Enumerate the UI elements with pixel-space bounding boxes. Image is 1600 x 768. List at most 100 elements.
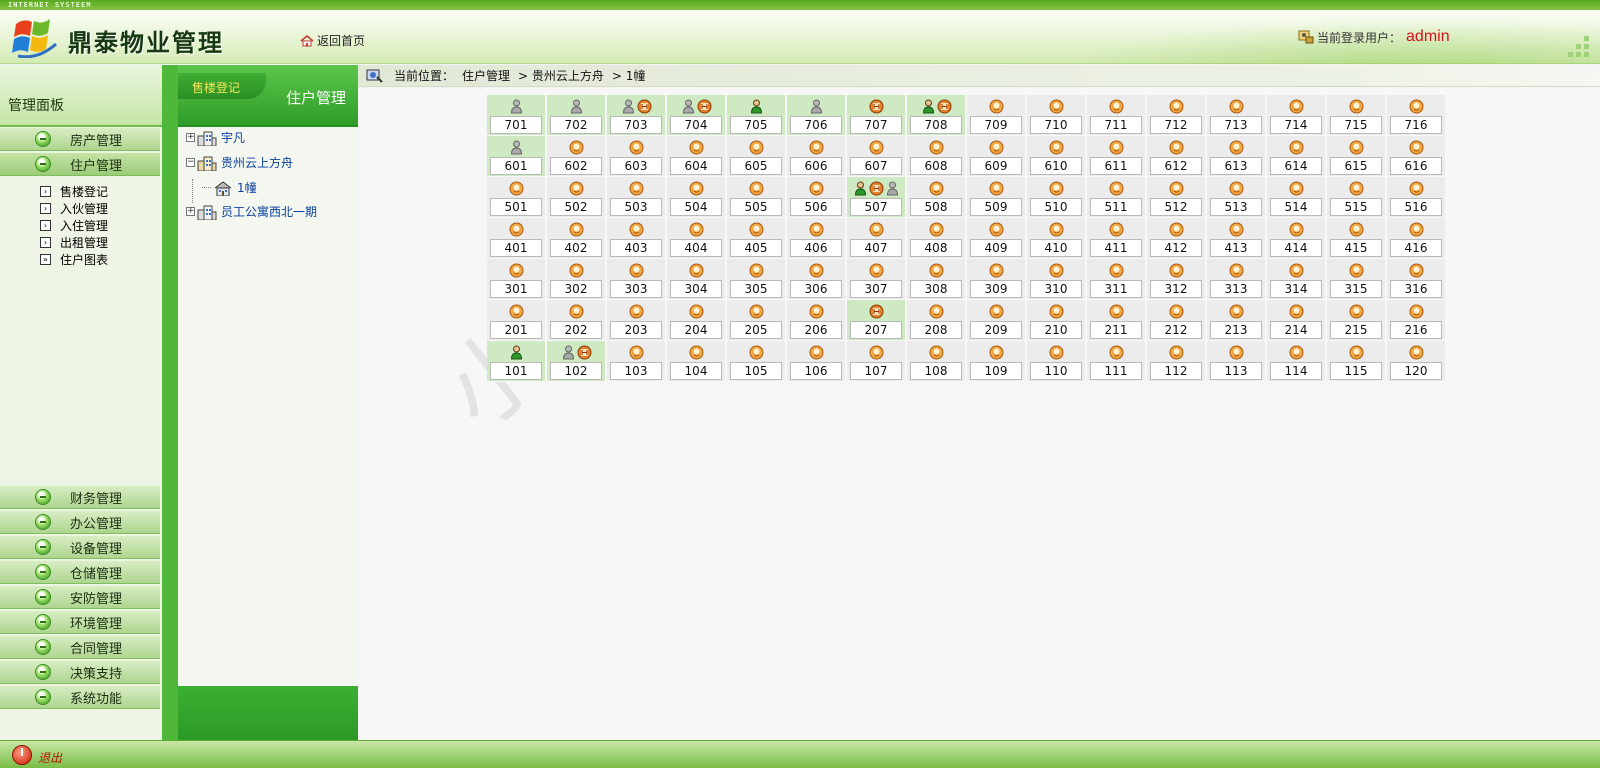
- room-cell[interactable]: 602: [547, 136, 607, 177]
- room-cell[interactable]: 201: [487, 300, 547, 341]
- room-cell[interactable]: 613: [1207, 136, 1267, 177]
- expand-icon[interactable]: +: [186, 207, 195, 216]
- room-cell[interactable]: 113: [1207, 341, 1267, 382]
- room-cell[interactable]: 413: [1207, 218, 1267, 259]
- room-cell[interactable]: 208: [907, 300, 967, 341]
- room-cell[interactable]: 203: [607, 300, 667, 341]
- room-cell[interactable]: 408: [907, 218, 967, 259]
- room-cell[interactable]: 404: [667, 218, 727, 259]
- room-cell[interactable]: 610: [1027, 136, 1087, 177]
- room-cell[interactable]: 616: [1387, 136, 1447, 177]
- room-cell[interactable]: 406: [787, 218, 847, 259]
- room-cell[interactable]: 507: [847, 177, 907, 218]
- room-cell[interactable]: 605: [727, 136, 787, 177]
- room-cell[interactable]: 712: [1147, 95, 1207, 136]
- room-cell[interactable]: 112: [1147, 341, 1207, 382]
- menu-resident[interactable]: 住户管理: [0, 152, 160, 176]
- room-cell[interactable]: 706: [787, 95, 847, 136]
- room-cell[interactable]: 513: [1207, 177, 1267, 218]
- tree-node-guizhou[interactable]: − 贵州云上方舟: [186, 154, 293, 171]
- room-cell[interactable]: 110: [1027, 341, 1087, 382]
- room-cell[interactable]: 502: [547, 177, 607, 218]
- room-cell[interactable]: 510: [1027, 177, 1087, 218]
- room-cell[interactable]: 303: [607, 259, 667, 300]
- room-cell[interactable]: 103: [607, 341, 667, 382]
- room-cell[interactable]: 713: [1207, 95, 1267, 136]
- room-cell[interactable]: 405: [727, 218, 787, 259]
- room-cell[interactable]: 306: [787, 259, 847, 300]
- room-cell[interactable]: 311: [1087, 259, 1147, 300]
- room-cell[interactable]: 601: [487, 136, 547, 177]
- room-cell[interactable]: 614: [1267, 136, 1327, 177]
- room-cell[interactable]: 211: [1087, 300, 1147, 341]
- room-cell[interactable]: 216: [1387, 300, 1447, 341]
- tree-node-yufan[interactable]: + 宇凡: [186, 129, 245, 146]
- room-cell[interactable]: 714: [1267, 95, 1327, 136]
- room-cell[interactable]: 313: [1207, 259, 1267, 300]
- room-cell[interactable]: 308: [907, 259, 967, 300]
- room-cell[interactable]: 609: [967, 136, 1027, 177]
- room-cell[interactable]: 120: [1387, 341, 1447, 382]
- room-cell[interactable]: 109: [967, 341, 1027, 382]
- room-cell[interactable]: 703: [607, 95, 667, 136]
- room-cell[interactable]: 701: [487, 95, 547, 136]
- room-cell[interactable]: 603: [607, 136, 667, 177]
- submenu-item-residence[interactable]: › 入住管理: [40, 217, 108, 234]
- room-cell[interactable]: 716: [1387, 95, 1447, 136]
- room-cell[interactable]: 608: [907, 136, 967, 177]
- room-cell[interactable]: 104: [667, 341, 727, 382]
- room-cell[interactable]: 410: [1027, 218, 1087, 259]
- room-cell[interactable]: 516: [1387, 177, 1447, 218]
- room-cell[interactable]: 102: [547, 341, 607, 382]
- room-cell[interactable]: 202: [547, 300, 607, 341]
- room-cell[interactable]: 114: [1267, 341, 1327, 382]
- room-cell[interactable]: 207: [847, 300, 907, 341]
- room-cell[interactable]: 407: [847, 218, 907, 259]
- room-cell[interactable]: 204: [667, 300, 727, 341]
- room-cell[interactable]: 506: [787, 177, 847, 218]
- room-cell[interactable]: 215: [1327, 300, 1387, 341]
- room-cell[interactable]: 607: [847, 136, 907, 177]
- submenu-item-rental[interactable]: › 出租管理: [40, 234, 108, 251]
- room-cell[interactable]: 707: [847, 95, 907, 136]
- room-cell[interactable]: 214: [1267, 300, 1327, 341]
- room-cell[interactable]: 301: [487, 259, 547, 300]
- breadcrumb-item[interactable]: > 贵州云上方舟: [518, 67, 604, 84]
- room-cell[interactable]: 316: [1387, 259, 1447, 300]
- room-cell[interactable]: 710: [1027, 95, 1087, 136]
- room-cell[interactable]: 307: [847, 259, 907, 300]
- menu-decision[interactable]: 决策支持: [0, 660, 160, 684]
- tab-sales-registration[interactable]: 售楼登记: [178, 73, 266, 99]
- menu-equipment[interactable]: 设备管理: [0, 535, 160, 559]
- room-cell[interactable]: 105: [727, 341, 787, 382]
- room-cell[interactable]: 314: [1267, 259, 1327, 300]
- menu-warehouse[interactable]: 仓储管理: [0, 560, 160, 584]
- menu-environment[interactable]: 环境管理: [0, 610, 160, 634]
- room-cell[interactable]: 302: [547, 259, 607, 300]
- menu-finance[interactable]: 财务管理: [0, 485, 160, 509]
- room-cell[interactable]: 711: [1087, 95, 1147, 136]
- menu-contract[interactable]: 合同管理: [0, 635, 160, 659]
- room-cell[interactable]: 709: [967, 95, 1027, 136]
- room-cell[interactable]: 414: [1267, 218, 1327, 259]
- room-cell[interactable]: 514: [1267, 177, 1327, 218]
- room-cell[interactable]: 505: [727, 177, 787, 218]
- expand-icon[interactable]: +: [186, 133, 195, 142]
- room-cell[interactable]: 409: [967, 218, 1027, 259]
- room-cell[interactable]: 101: [487, 341, 547, 382]
- tree-node-building-1[interactable]: 1幢: [202, 179, 257, 196]
- menu-property[interactable]: 房产管理: [0, 127, 160, 151]
- room-cell[interactable]: 705: [727, 95, 787, 136]
- room-cell[interactable]: 403: [607, 218, 667, 259]
- room-cell[interactable]: 715: [1327, 95, 1387, 136]
- room-cell[interactable]: 509: [967, 177, 1027, 218]
- room-cell[interactable]: 304: [667, 259, 727, 300]
- room-cell[interactable]: 206: [787, 300, 847, 341]
- submenu-item-sales[interactable]: › 售楼登记: [40, 183, 108, 200]
- room-cell[interactable]: 612: [1147, 136, 1207, 177]
- room-cell[interactable]: 416: [1387, 218, 1447, 259]
- room-cell[interactable]: 604: [667, 136, 727, 177]
- room-cell[interactable]: 411: [1087, 218, 1147, 259]
- room-cell[interactable]: 504: [667, 177, 727, 218]
- room-cell[interactable]: 511: [1087, 177, 1147, 218]
